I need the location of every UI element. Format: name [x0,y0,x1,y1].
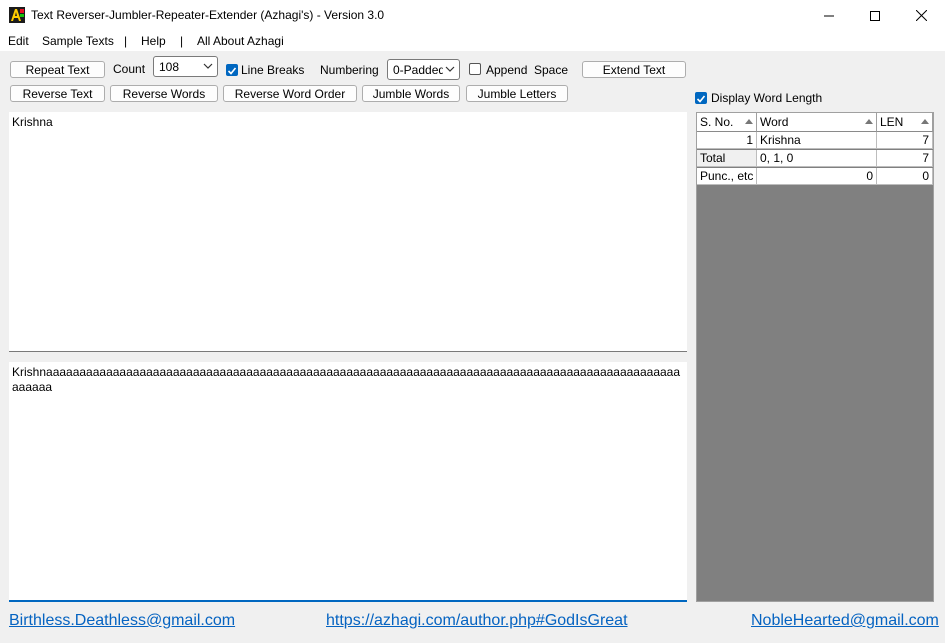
maximize-button[interactable] [852,0,898,31]
grid-cell-sno[interactable]: 1 [697,132,757,149]
space-label: Space [534,63,569,77]
count-label: Count [113,62,146,76]
email-link-left[interactable]: Birthless.Deathless@gmail.com [9,612,235,630]
reverse-words-button[interactable]: Reverse Words [110,85,218,102]
display-word-length-checkbox[interactable] [695,92,707,104]
close-icon [915,10,927,21]
input-textarea[interactable]: Krishna [9,112,687,352]
sort-up-icon [745,119,753,124]
jumble-letters-button[interactable]: Jumble Letters [466,85,568,102]
count-combo[interactable]: 108 [153,56,218,77]
extend-text-button[interactable]: Extend Text [582,61,686,78]
line-breaks-checkbox[interactable] [226,64,238,76]
grid-cell-word[interactable]: Krishna [757,132,877,149]
grid-total-word: 0, 1, 0 [757,150,877,167]
menu-separator: | [180,34,184,48]
email-link-right[interactable]: NobleHearted@gmail.com [751,612,939,630]
word-length-grid[interactable]: S. No. Word LEN 1 Krishna 7 Total 0, 1, … [696,112,934,602]
output-textarea[interactable]: Krishnaaaaaaaaaaaaaaaaaaaaaaaaaaaaaaaaaa… [9,362,687,602]
grid-punc-len: 0 [877,168,933,185]
append-label: Append [486,63,528,77]
column-header-word[interactable]: Word [757,113,877,132]
chevron-down-icon [203,63,213,69]
column-header-label: LEN [880,115,904,129]
chevron-down-icon [445,66,455,72]
grid-punc-word: 0 [757,168,877,185]
author-url-link[interactable]: https://azhagi.com/author.php#GodIsGreat [326,612,628,630]
numbering-value: 0-Padded [393,62,443,77]
menu-edit[interactable]: Edit [8,34,29,48]
check-icon [696,95,706,103]
minimize-button[interactable] [806,0,852,31]
sort-up-icon [921,119,929,124]
reverse-word-order-button[interactable]: Reverse Word Order [223,85,357,102]
line-breaks-label: Line Breaks [241,63,305,77]
check-icon [227,67,237,75]
minimize-icon [824,15,834,16]
repeat-text-button[interactable]: Repeat Text [10,61,105,78]
display-word-length-label: Display Word Length [711,91,823,105]
column-header-label: S. No. [700,115,734,129]
menu-sample-texts[interactable]: Sample Texts [42,34,114,48]
sort-up-icon [865,119,873,124]
menu-help[interactable]: Help [141,34,166,48]
grid-total-len: 7 [877,150,933,167]
append-space-checkbox[interactable] [469,63,481,75]
numbering-combo[interactable]: 0-Padded [387,59,460,80]
menu-separator: | [124,34,128,48]
grid-cell-len[interactable]: 7 [877,132,933,149]
reverse-text-button[interactable]: Reverse Text [10,85,105,102]
app-icon [9,7,25,23]
column-header-sno[interactable]: S. No. [697,113,757,132]
window-title: Text Reverser-Jumbler-Repeater-Extender … [31,8,385,22]
numbering-label: Numbering [320,63,379,77]
count-value: 108 [159,59,180,74]
maximize-icon [870,10,880,21]
column-header-label: Word [760,115,789,129]
column-header-len[interactable]: LEN [877,113,933,132]
grid-total-label: Total [697,150,757,167]
menu-all-about-azhagi[interactable]: All About Azhagi [197,34,284,48]
jumble-words-button[interactable]: Jumble Words [362,85,460,102]
close-button[interactable] [898,0,944,31]
grid-punc-label: Punc., etc [697,168,757,185]
